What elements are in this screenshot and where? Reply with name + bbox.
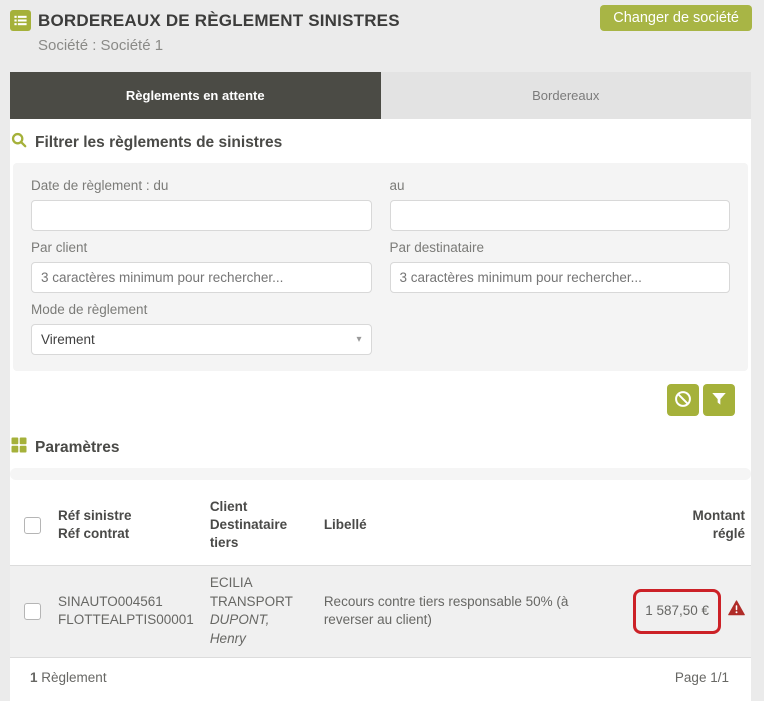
payment-mode-select[interactable]: Virement ▾ <box>31 324 372 355</box>
recipient-search-input[interactable] <box>390 262 731 293</box>
change-company-button[interactable]: Changer de société <box>600 5 752 31</box>
filter-panel: Date de règlement : du au Par client Par… <box>13 163 748 371</box>
chevron-down-icon: ▾ <box>356 334 361 345</box>
apply-filter-button[interactable] <box>703 384 735 416</box>
tab-bar: Règlements en attente Bordereaux <box>10 72 751 119</box>
table-header-row: Réf sinistre Réf contrat Client Destinat… <box>10 486 751 565</box>
parameters-section-heading: Paramètres <box>11 437 751 458</box>
warning-icon[interactable] <box>728 600 745 622</box>
table-row: SINAUTO004561 FLOTTEALPTIS00001 ECILIA T… <box>10 565 751 658</box>
clear-filter-button[interactable] <box>667 384 699 416</box>
date-to-input[interactable] <box>390 200 731 231</box>
filter-actions <box>10 384 735 416</box>
payment-mode-label: Mode de règlement <box>31 302 372 317</box>
select-all-checkbox[interactable] <box>24 517 41 534</box>
client-search-input[interactable] <box>31 262 372 293</box>
header-client: Client Destinataire tiers <box>202 486 316 565</box>
collapsed-parameters-bar[interactable] <box>10 468 751 480</box>
date-from-input[interactable] <box>31 200 372 231</box>
tab-reglements-en-attente[interactable]: Règlements en attente <box>10 72 381 119</box>
row-montant: 1 587,50 € <box>613 565 751 658</box>
tab-bordereaux[interactable]: Bordereaux <box>381 72 752 119</box>
settlements-table: Réf sinistre Réf contrat Client Destinat… <box>10 486 751 658</box>
row-libelle: Recours contre tiers responsable 50% (à … <box>316 565 613 658</box>
table-footer: 1 Règlement Page 1/1 <box>30 670 729 685</box>
list-icon <box>10 10 31 31</box>
date-from-label: Date de règlement : du <box>31 178 372 193</box>
header-libelle: Libellé <box>316 486 613 565</box>
row-client: ECILIA TRANSPORT DUPONT, Henry <box>202 565 316 658</box>
page-header: BORDEREAUX DE RÈGLEMENT SINISTRES Sociét… <box>0 0 764 62</box>
row-checkbox[interactable] <box>24 603 41 620</box>
row-ref: SINAUTO004561 FLOTTEALPTIS00001 <box>50 565 202 658</box>
pagination: Page 1/1 <box>675 670 729 685</box>
main-content: Filtrer les règlements de sinistres Date… <box>10 119 751 701</box>
company-subtitle: Société : Société 1 <box>38 37 752 54</box>
ban-icon <box>673 389 693 412</box>
result-count: 1 Règlement <box>30 670 107 685</box>
filter-section-heading: Filtrer les règlements de sinistres <box>11 132 751 153</box>
parameters-heading-label: Paramètres <box>35 439 119 457</box>
page-title: BORDEREAUX DE RÈGLEMENT SINISTRES <box>38 11 400 31</box>
filter-icon <box>710 390 728 411</box>
header-ref: Réf sinistre Réf contrat <box>50 486 202 565</box>
recipient-filter-label: Par destinataire <box>390 240 731 255</box>
grid-icon <box>11 437 27 458</box>
client-filter-label: Par client <box>31 240 372 255</box>
date-to-label: au <box>390 178 731 193</box>
search-icon <box>11 132 27 153</box>
header-montant: Montant réglé <box>613 486 751 565</box>
filter-heading-label: Filtrer les règlements de sinistres <box>35 134 282 152</box>
payment-mode-value: Virement <box>41 332 95 347</box>
amount-highlight-box: 1 587,50 € <box>633 589 721 634</box>
